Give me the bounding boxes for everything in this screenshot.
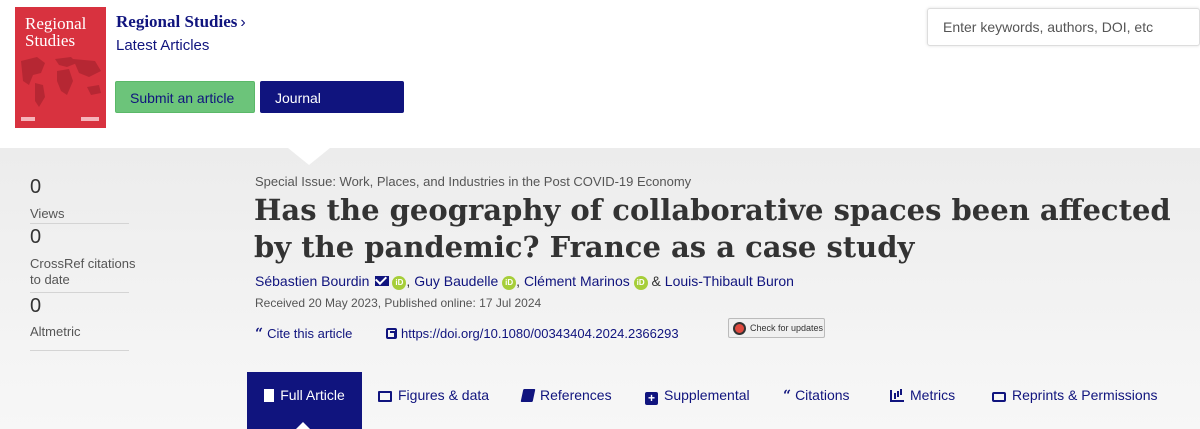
cover-title-line1: Regional [25,14,87,33]
article-title: Has the geography of collaborative space… [254,193,1171,264]
tab-references[interactable]: References [520,372,612,429]
latest-articles-label: Latest Articles [116,37,210,54]
cover-title-line2: Studies [25,31,76,50]
check-updates-label: Check for updates [750,323,824,333]
special-issue-label: Special Issue: Work, Places, and Industr… [255,174,692,189]
metrics-divider [30,350,129,351]
check-for-updates-button[interactable]: Check for updates [728,318,825,338]
search-input[interactable] [928,9,1199,45]
quote-icon: “ [255,326,264,342]
header-notch [288,148,330,165]
journal-title-link[interactable]: Regional Studies › [116,12,246,32]
external-link-icon [386,328,397,339]
tab-label: Metrics [910,387,956,403]
metrics-divider [30,292,129,293]
author-link[interactable]: Clément Marinos [524,273,630,289]
plus-square-icon: + [645,392,658,405]
metrics-divider [30,223,129,224]
tab-metrics[interactable]: Metrics [890,372,955,429]
book-icon [520,389,536,402]
orcid-icon[interactable]: iD [392,276,407,290]
altmetric-label: Altmetric [30,324,81,339]
cite-article-link[interactable]: “Cite this article [255,326,352,342]
journal-name[interactable]: Regional Studies [116,12,237,31]
tab-full-article[interactable]: Full Article [247,372,362,429]
tab-citations[interactable]: “Citations [783,372,850,429]
orcid-icon[interactable]: iD [633,276,648,290]
tab-reprints-permissions[interactable]: Reprints & Permissions [992,372,1158,429]
altmetric-count: 0 [30,295,42,317]
search-box[interactable] [927,8,1200,46]
journal-cover-image[interactable]: Regional Studies [15,7,106,128]
journal-homepage-button[interactable]: Journal homepage [260,81,404,138]
crossmark-icon [733,322,746,335]
views-count: 0 [30,176,42,198]
cite-label[interactable]: Cite this article [267,326,352,341]
doi-link[interactable]: https://doi.org/10.1080/00343404.2024.23… [386,326,679,341]
chevron-right-icon: › [240,14,246,31]
author-link[interactable]: Louis-Thibault Buron [665,273,794,289]
views-label: Views [30,206,65,221]
author-list: Sébastien Bourdin iD, Guy Baudelle iD, Cl… [255,273,794,290]
publication-dates: Received 20 May 2023, Published online: … [255,296,542,310]
image-icon [378,391,392,402]
author-link[interactable]: Sébastien Bourdin [255,273,369,289]
tab-label: Citations [795,387,850,403]
print-icon [992,392,1006,402]
cover-publisher-strip [21,117,99,121]
crossref-count: 0 [30,226,42,248]
document-icon [264,389,275,402]
tab-label: References [540,387,612,403]
bar-chart-icon [890,390,904,402]
doi-url[interactable]: https://doi.org/10.1080/00343404.2024.23… [401,326,679,341]
tab-label: Supplemental [664,387,750,403]
submit-article-button[interactable]: Submit an article [115,81,255,113]
email-icon[interactable] [375,276,390,286]
tab-supplemental[interactable]: + Supplemental [645,372,750,429]
tab-label: Full Article [280,387,345,403]
tab-label: Figures & data [398,387,490,403]
tab-figures-data[interactable]: Figures & data [378,372,489,429]
cover-world-map [21,57,101,107]
quote-icon: “ [783,388,792,404]
author-link[interactable]: Guy Baudelle [414,273,498,289]
orcid-icon[interactable]: iD [502,276,517,290]
crossref-label: CrossRef citations to date [30,256,136,287]
tab-label: Reprints & Permissions [1012,387,1158,403]
journal-header: Regional Studies Regional Studies › Lates… [0,0,1200,148]
